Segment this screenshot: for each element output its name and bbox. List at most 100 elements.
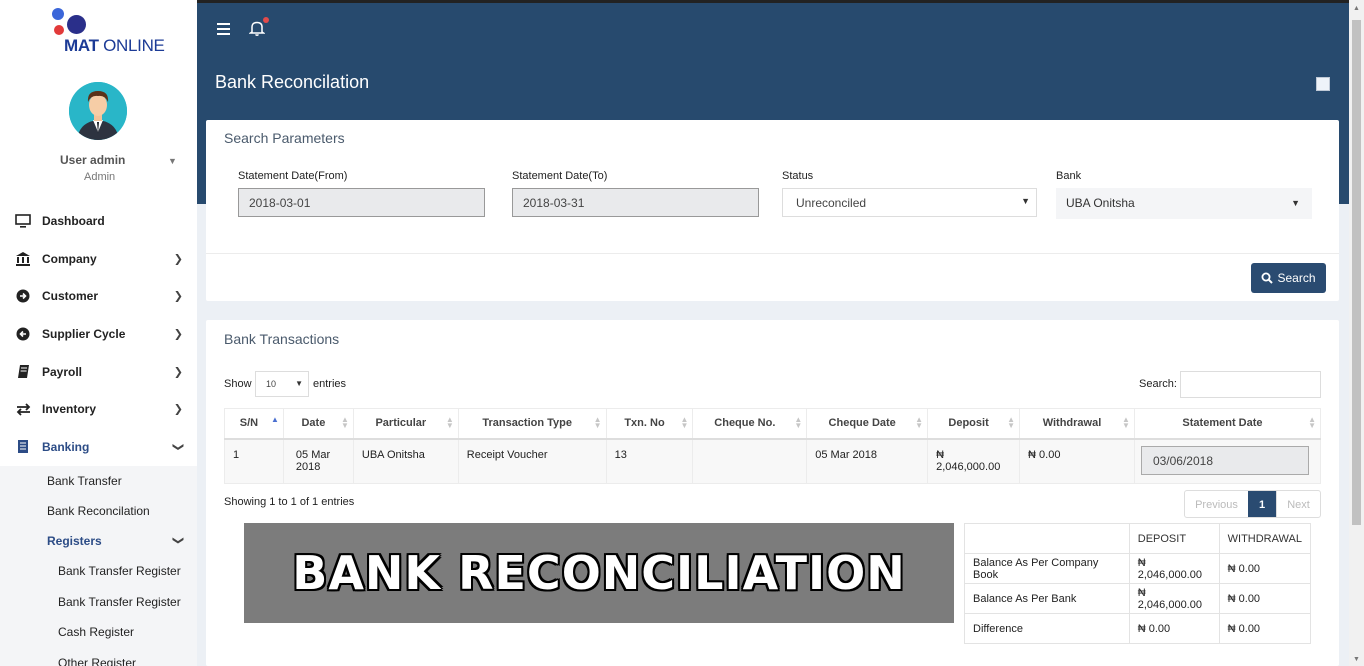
sidebar-item-inventory[interactable]: Inventory ❯ — [0, 390, 197, 428]
summary-withdrawal: ₦ 0.00 — [1218, 553, 1312, 584]
summary-label: Balance As Per Company Book — [964, 553, 1130, 584]
sidebar-item-company[interactable]: Company ❯ — [0, 240, 197, 278]
sidebar-item-label: Dashboard — [42, 213, 105, 228]
chevron-down-icon: ❯ — [171, 442, 184, 452]
statement-date-field[interactable]: 03/06/2018 — [1140, 445, 1309, 475]
sidebar-item-label: Customer — [42, 289, 99, 304]
cell-cheque-date: 05 Mar 2018 — [806, 438, 929, 484]
status-label: Status — [782, 170, 814, 182]
sort-icon: ▲ ▼ — [445, 415, 454, 430]
search-button-label: Search — [1277, 271, 1316, 285]
sidebar-item-label: Company — [42, 251, 97, 266]
sidebar-item-bank-transfer-register[interactable]: Bank Transfer Register — [0, 556, 197, 587]
sidebar-item-label: Payroll — [42, 364, 83, 379]
bell-icon[interactable] — [248, 20, 266, 36]
banking-submenu: Bank Transfer Bank Reconcilation Registe… — [0, 465, 197, 666]
arrow-circle-left-icon — [14, 326, 32, 342]
table-header-row: S/N ▲ Date ▲ ▼ Particular ▲ ▼ Transaction Typ… — [224, 408, 1322, 440]
scrollbar-thumb[interactable] — [1352, 20, 1361, 525]
scroll-down-icon[interactable]: ▼ — [1353, 656, 1360, 663]
show-label: Show — [224, 378, 252, 390]
logo-dot-navy — [67, 15, 86, 34]
sort-icon: ▲ ▼ — [680, 415, 689, 430]
summary-table: DEPOSIT WITHDRAWAL Balance As Per Compan… — [964, 523, 1312, 644]
entries-per-page-select[interactable]: 10 ▼ — [255, 371, 309, 397]
pagination-page-1[interactable]: 1 — [1248, 491, 1276, 517]
sort-icon: ▲ ▼ — [1308, 415, 1316, 430]
sidebar-item-supplier-cycle[interactable]: Supplier Cycle ❯ — [0, 315, 197, 353]
summary-row: Balance As Per Bank ₦ 2,046,000.00 ₦ 0.0… — [964, 583, 1312, 614]
hamburger-menu-icon[interactable] — [217, 23, 231, 35]
sidebar-item-customer[interactable]: Customer ❯ — [0, 277, 197, 315]
sidebar-item-other-register[interactable]: Other Register — [0, 647, 197, 666]
chevron-right-icon: ❯ — [173, 366, 183, 379]
sidebar-item-bank-reconcilation[interactable]: Bank Reconcilation — [0, 496, 197, 526]
bank-label: Bank — [1056, 170, 1082, 182]
column-header-txn-no[interactable]: Txn. No ▲ ▼ — [605, 408, 694, 440]
banner-text: BANK RECONCILIATION — [292, 546, 906, 600]
cell-statement-date: 03/06/2018 — [1133, 438, 1322, 484]
table-info: Showing 1 to 1 of 1 entries — [224, 496, 355, 508]
column-header-cheque-date[interactable]: Cheque Date ▲ ▼ — [806, 408, 929, 440]
logo-text: MAT ONLINE — [64, 36, 165, 55]
sidebar-item-registers[interactable]: Registers ❯ — [0, 526, 197, 556]
transfer-arrows-icon — [14, 401, 32, 417]
summary-row: Balance As Per Company Book ₦ 2,046,000.… — [964, 553, 1312, 584]
ledger-icon — [14, 439, 32, 455]
page-scrollbar[interactable]: ▲ ▼ — [1349, 0, 1364, 666]
search-button[interactable]: Search — [1251, 263, 1326, 293]
cell-cheque-no — [692, 438, 808, 484]
pagination-next[interactable]: Next — [1276, 491, 1320, 517]
table-search-input[interactable] — [1180, 371, 1321, 398]
sidebar-item-label: Banking — [42, 439, 90, 454]
pagination-previous[interactable]: Previous — [1185, 491, 1248, 517]
sidebar: MAT ONLINE User admin ▼ Admin Dashboard … — [0, 0, 197, 666]
cell-deposit: ₦ 2,046,000.00 — [927, 438, 1021, 484]
summary-header-blank — [964, 523, 1130, 554]
caret-down-icon: ▼ — [1021, 196, 1030, 206]
column-header-transaction-type[interactable]: Transaction Type ▲ ▼ — [457, 408, 607, 440]
to-date-field[interactable]: 2018-03-31 — [512, 188, 759, 217]
user-name[interactable]: User admin — [60, 153, 125, 167]
summary-header-row: DEPOSIT WITHDRAWAL — [964, 523, 1312, 554]
scroll-up-icon[interactable]: ▲ — [1353, 5, 1360, 12]
summary-withdrawal: ₦ 0.00 — [1218, 613, 1312, 644]
avatar[interactable] — [69, 82, 127, 140]
chevron-down-icon: ❯ — [171, 536, 184, 546]
column-header-date[interactable]: Date ▲ ▼ — [282, 408, 354, 440]
transactions-table: S/N ▲ Date ▲ ▼ Particular ▲ ▼ Transaction Typ… — [224, 408, 1322, 484]
book-icon — [14, 364, 32, 380]
sidebar-item-payroll[interactable]: Payroll ❯ — [0, 353, 197, 391]
column-header-sn[interactable]: S/N ▲ — [224, 408, 284, 440]
column-header-particular[interactable]: Particular ▲ ▼ — [352, 408, 459, 440]
to-date-label: Statement Date(To) — [512, 170, 608, 182]
from-date-field[interactable]: 2018-03-01 — [238, 188, 485, 217]
column-header-withdrawal[interactable]: Withdrawal ▲ ▼ — [1019, 408, 1135, 440]
sort-asc-icon: ▲ — [271, 415, 279, 424]
search-icon — [1261, 272, 1274, 284]
sidebar-item-bank-transfer-register-2[interactable]: Bank Transfer Register — [0, 586, 197, 617]
table-row[interactable]: 1 05 Mar 2018 UBA Onitsha Receipt Vouche… — [224, 438, 1322, 484]
panel-title: Search Parameters — [224, 130, 345, 146]
sidebar-item-banking[interactable]: Banking ❯ — [0, 428, 197, 466]
caret-down-icon[interactable]: ▼ — [168, 156, 177, 166]
title-banner: BANK RECONCILIATION — [244, 523, 954, 623]
monitor-icon — [14, 213, 32, 229]
entries-label: entries — [313, 378, 347, 390]
column-header-deposit[interactable]: Deposit ▲ ▼ — [927, 408, 1021, 440]
sidebar-item-cash-register[interactable]: Cash Register — [0, 617, 197, 648]
sidebar-item-dashboard[interactable]: Dashboard — [0, 202, 197, 240]
column-header-cheque-no[interactable]: Cheque No. ▲ ▼ — [692, 408, 808, 440]
bank-select[interactable]: UBA Onitsha ▼ — [1056, 188, 1312, 219]
column-header-statement-date[interactable]: Statement Date ▲ ▼ — [1133, 408, 1322, 440]
sort-icon: ▲ ▼ — [1007, 415, 1016, 430]
status-select-value: Unreconciled — [796, 196, 867, 210]
panel-title: Bank Transactions — [224, 331, 340, 347]
cell-transaction-type: Receipt Voucher — [457, 438, 607, 484]
caret-down-icon: ▼ — [295, 379, 303, 388]
chevron-right-icon: ❯ — [173, 290, 183, 303]
app-logo[interactable]: MAT ONLINE — [50, 6, 180, 56]
sidebar-item-bank-transfer[interactable]: Bank Transfer — [0, 466, 197, 496]
status-select[interactable]: Unreconciled ▼ — [782, 188, 1037, 217]
chevron-right-icon: ❯ — [173, 328, 183, 341]
